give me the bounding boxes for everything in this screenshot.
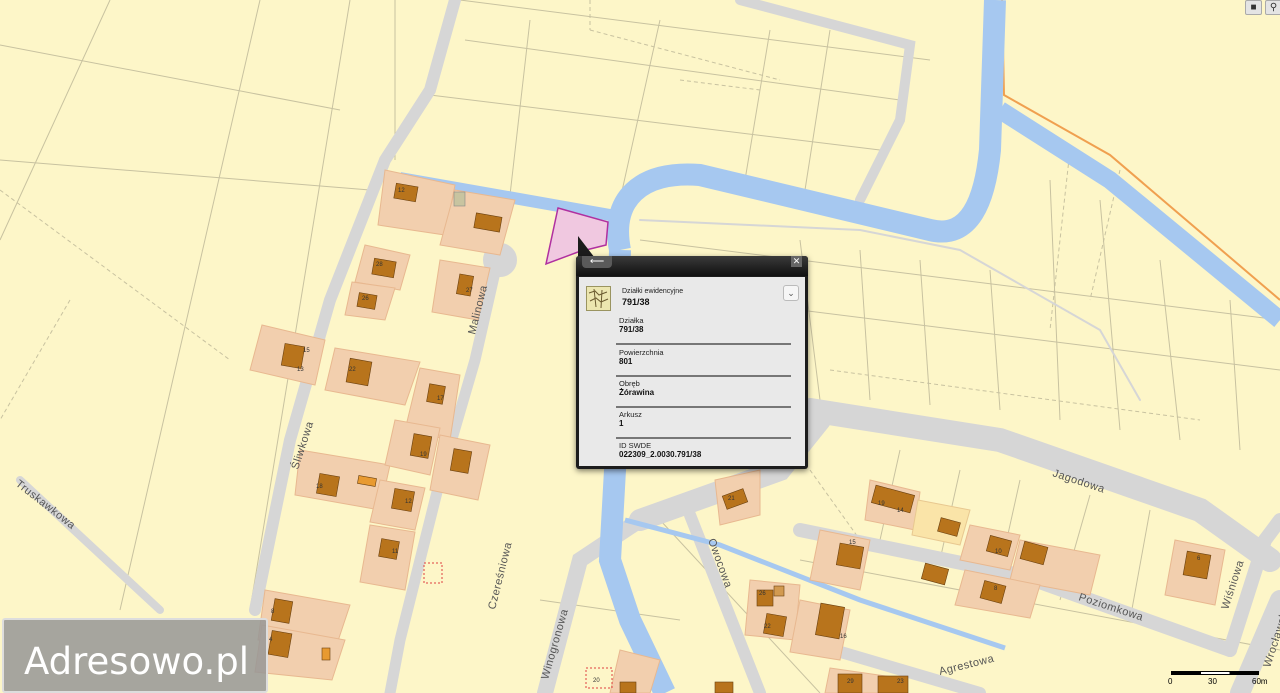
field-id-swde: ID SWDE 022309_2.0030.791/38 <box>616 439 791 470</box>
house-number: 10 <box>995 549 1002 555</box>
scale-tick: 60m <box>1252 677 1268 686</box>
house-number: 11 <box>392 549 399 555</box>
house-number: 28 <box>376 262 383 268</box>
house-number: 15 <box>849 540 856 546</box>
watermark-text: Adresowo.pl <box>24 640 249 683</box>
search-icon[interactable]: ⚲ <box>1265 0 1280 15</box>
scale-tick: 30 <box>1208 677 1217 686</box>
house-number: 19 <box>878 501 885 507</box>
popup-body: Działki ewidencyjne 791/38 ⌄ Działka 791… <box>579 277 805 466</box>
comment-icon[interactable]: ■ <box>1245 0 1262 15</box>
expand-toggle[interactable]: ⌄ <box>783 285 799 301</box>
watermark: Adresowo.pl <box>2 618 268 693</box>
close-icon: ✕ <box>792 256 801 266</box>
field-arkusz: Arkusz 1 <box>616 408 791 439</box>
house-number: 21 <box>728 496 735 502</box>
field-value: 022309_2.0030.791/38 <box>619 450 702 459</box>
house-number: 16 <box>840 634 847 640</box>
field-label: Powierzchnia <box>619 348 664 357</box>
chevron-down-icon: ⌄ <box>787 288 795 298</box>
field-value: 791/38 <box>619 325 644 334</box>
field-value: 1 <box>619 419 624 428</box>
field-label: ID SWDE <box>619 441 652 450</box>
field-value: 801 <box>619 357 633 366</box>
house-number: 12 <box>405 499 412 505</box>
house-number: 22 <box>349 367 356 373</box>
back-button[interactable]: ⟵ <box>582 256 612 268</box>
house-number: 12 <box>398 188 405 194</box>
parcel-info-popup: ⟵ ✕ Działki ewidencyjne 791/38 ⌄ Działka… <box>576 256 808 469</box>
house-number: 26 <box>759 591 766 597</box>
house-number: 18 <box>316 484 323 490</box>
field-obreb: Obręb Żórawina <box>616 377 791 408</box>
house-number: 26 <box>362 296 369 302</box>
field-value: Żórawina <box>619 388 655 397</box>
field-label: Działka <box>619 316 644 325</box>
field-powierzchnia: Powierzchnia 801 <box>616 346 791 377</box>
popup-header-title: Działki ewidencyjne <box>622 288 684 295</box>
map-canvas[interactable]: 12 28 26 27 15 22 17 13 19 18 12 11 8 4 … <box>0 0 1280 693</box>
house-number: 29 <box>847 679 854 685</box>
popup-header-value: 791/38 <box>622 297 650 307</box>
scale-tick: 0 <box>1168 677 1173 686</box>
house-number: 22 <box>764 624 771 630</box>
field-dzialka: Działka 791/38 <box>616 314 791 345</box>
arrow-left-icon: ⟵ <box>589 256 605 267</box>
house-number: 19 <box>420 452 427 458</box>
popup-titlebar: ⟵ ✕ <box>576 256 808 276</box>
house-number: 23 <box>897 679 904 685</box>
scale-bar: 0 30 60m <box>1168 668 1276 690</box>
field-label: Arkusz <box>619 410 642 419</box>
house-number: 15 <box>303 348 310 354</box>
parcel-map-icon <box>586 286 611 311</box>
house-number: 14 <box>897 508 904 514</box>
house-number: 13 <box>297 367 304 373</box>
close-button[interactable]: ✕ <box>791 256 802 267</box>
house-number: 20 <box>593 678 600 684</box>
scale-line <box>1171 671 1259 675</box>
field-label: Obręb <box>619 379 640 388</box>
house-number: 17 <box>437 396 444 402</box>
house-number: 27 <box>466 288 473 294</box>
